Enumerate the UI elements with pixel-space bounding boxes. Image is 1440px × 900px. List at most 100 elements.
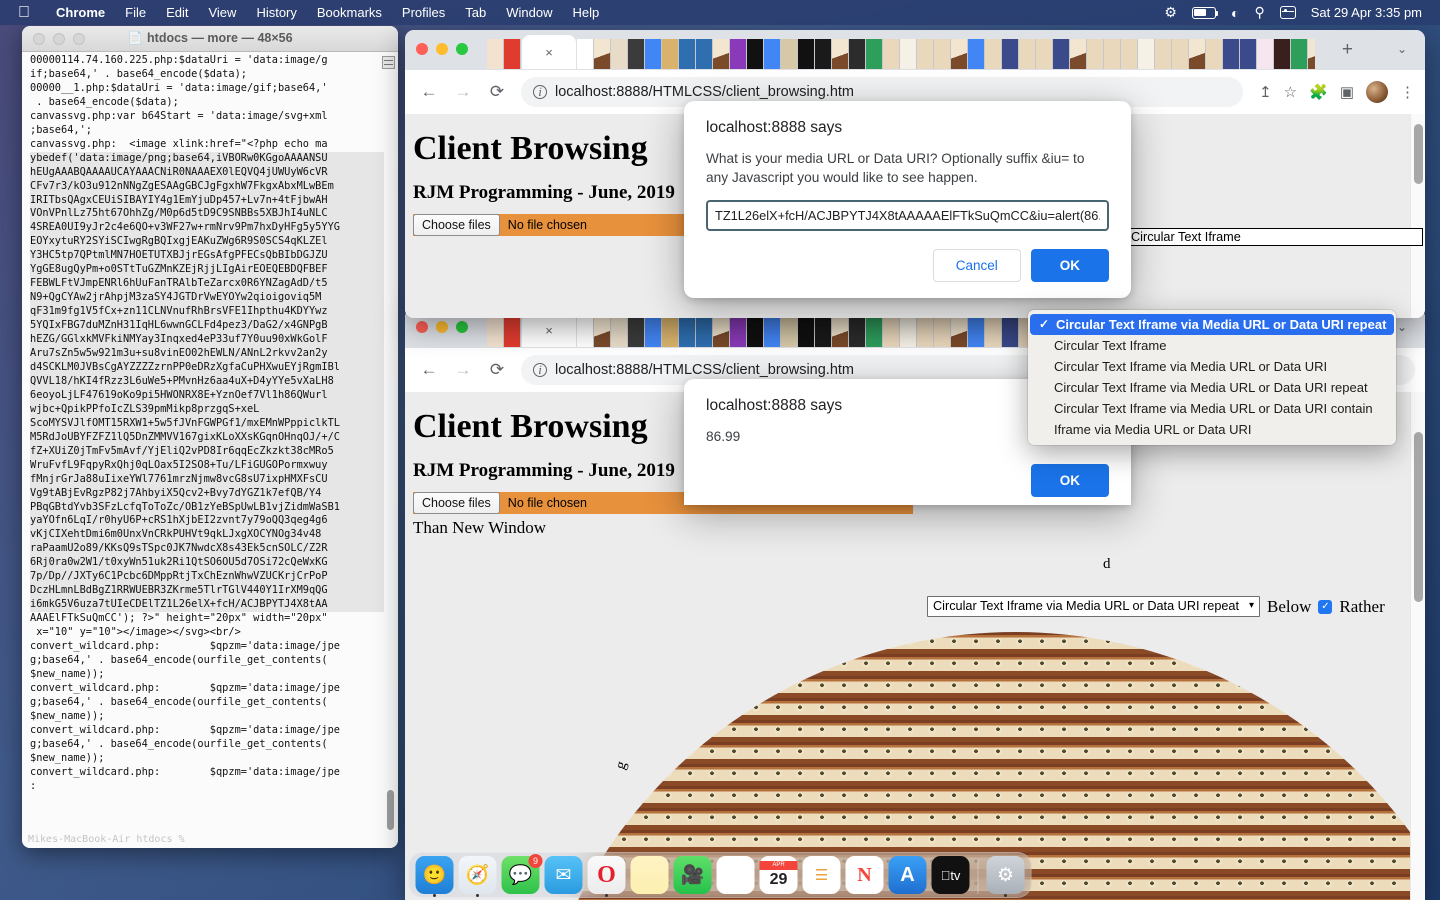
tab-favicon[interactable] — [1121, 39, 1138, 69]
extensions-puzzle-icon[interactable]: 🧩 — [1309, 83, 1328, 101]
tab-favicon[interactable] — [815, 39, 832, 69]
minimize-window-button-front[interactable] — [436, 43, 448, 55]
tab-favicon[interactable] — [798, 39, 815, 69]
side-panel-icon[interactable]: ▣ — [1340, 83, 1354, 101]
tab-favicon[interactable] — [934, 39, 951, 69]
tab-favicon[interactable] — [849, 39, 866, 69]
tab-favicon[interactable] — [1053, 39, 1070, 69]
tab-favicon[interactable] — [866, 39, 883, 69]
menu-item-help[interactable]: Help — [563, 5, 610, 20]
tab-favicon[interactable] — [985, 39, 1002, 69]
close-window-button[interactable] — [416, 321, 428, 333]
new-tab-button-front[interactable]: + — [1342, 40, 1353, 59]
tab-favicon[interactable] — [1070, 39, 1087, 69]
photos-icon[interactable]: ❄ — [716, 856, 755, 894]
tab-favicon[interactable] — [611, 39, 628, 69]
calendar-icon[interactable]: APR 29 — [759, 856, 798, 894]
tab-favicon[interactable] — [662, 317, 679, 347]
terminal-titlebar[interactable]: 📄 htdocs — more — 48×56 — [22, 26, 398, 52]
tab-favicon[interactable] — [594, 317, 611, 347]
dialog-ok-button-back[interactable]: OK — [1030, 464, 1109, 497]
tab-favicon[interactable] — [798, 317, 815, 347]
bluetooth-icon[interactable]: ⚙︎ — [1164, 4, 1177, 21]
menubar-clock[interactable]: Sat 29 Apr 3:35 pm — [1311, 5, 1422, 20]
tab-favicon[interactable] — [730, 39, 747, 69]
iframe-type-select[interactable]: Circular Text Iframe via Media URL or Da… — [927, 596, 1261, 617]
tab-favicon[interactable] — [1274, 39, 1291, 69]
page-scrollbar-front[interactable] — [1410, 114, 1425, 318]
menu-item-history[interactable]: History — [246, 5, 306, 20]
menu-item-bookmarks[interactable]: Bookmarks — [307, 5, 392, 20]
tab-favicon[interactable] — [696, 317, 713, 347]
rather-checkbox[interactable]: ✓ — [1318, 599, 1333, 614]
tab-favicon[interactable] — [1002, 39, 1019, 69]
page-scrollbar-thumb-front[interactable] — [1414, 124, 1423, 184]
tab-favicon[interactable] — [917, 317, 934, 347]
tab-favicon[interactable] — [713, 39, 730, 69]
tab-favicon[interactable] — [951, 39, 968, 69]
menu-item-window[interactable]: Window — [496, 5, 562, 20]
site-info-icon[interactable]: i — [533, 362, 547, 377]
select-option[interactable]: Iframe via Media URL or Data URI — [1028, 419, 1396, 440]
tab-favicon[interactable] — [628, 39, 645, 69]
menu-item-chrome[interactable]: Chrome — [46, 5, 115, 20]
apple-logo-icon[interactable]:  — [18, 4, 30, 21]
tab-list-front[interactable]: × — [487, 35, 1315, 69]
tab-favicon[interactable] — [900, 39, 917, 69]
iframe-type-select-front[interactable]: Circular Text Iframe — [1128, 228, 1423, 246]
chrome-menu-kebab-icon[interactable]: ⋮ — [1400, 85, 1415, 100]
tab-favicon[interactable] — [1019, 39, 1036, 69]
terminal-scrollbar-thumb[interactable] — [387, 790, 394, 830]
tab-favicon[interactable] — [1104, 39, 1121, 69]
menu-item-tab[interactable]: Tab — [455, 5, 496, 20]
tab-favicon[interactable] — [504, 317, 521, 347]
page-scrollbar-back[interactable] — [1410, 392, 1425, 900]
dialog-prompt-input[interactable] — [706, 200, 1109, 231]
tab-favicon[interactable] — [1257, 39, 1274, 69]
battery-icon[interactable] — [1191, 6, 1219, 19]
tab-favicon[interactable] — [696, 39, 713, 69]
tab-favicon[interactable] — [849, 317, 866, 347]
tab-favicon[interactable] — [883, 39, 900, 69]
tab-favicon[interactable] — [1172, 39, 1189, 69]
select-options-popup[interactable]: ✓ Circular Text Iframe via Media URL or D… — [1028, 310, 1396, 445]
tab-favicon[interactable] — [713, 317, 730, 347]
forward-arrow-icon[interactable]: → — [449, 356, 477, 384]
macos-dock[interactable]: 🙂 🧭 💬9 ✉ O 🎥 ❄ APR29 ☰ N A tv ⚙ — [408, 852, 1032, 898]
tab-favicon[interactable] — [662, 39, 679, 69]
messages-icon[interactable]: 💬 9 — [501, 854, 543, 894]
tab-favicon[interactable] — [1002, 317, 1019, 347]
tab-favicon[interactable] — [1206, 39, 1223, 69]
tab-favicon[interactable] — [900, 317, 917, 347]
select-option[interactable]: Circular Text Iframe — [1028, 335, 1396, 356]
search-icon[interactable]: ⚲ — [1254, 4, 1264, 21]
wifi-icon[interactable]: ◐ — [1231, 5, 1239, 21]
control-center-icon[interactable] — [1279, 6, 1296, 19]
tab-favicon[interactable] — [679, 317, 696, 347]
tab-favicon[interactable] — [1308, 39, 1315, 69]
active-tab[interactable]: × — [522, 35, 576, 69]
choose-files-button-front[interactable]: Choose files — [413, 214, 500, 236]
apple-tv-icon[interactable]: tv — [931, 856, 970, 894]
tab-favicon[interactable] — [866, 317, 883, 347]
tab-favicon[interactable] — [594, 39, 611, 69]
terminal-scrollbar[interactable] — [385, 54, 396, 830]
tab-favicon[interactable] — [934, 317, 951, 347]
tab-favicon[interactable] — [1087, 39, 1104, 69]
tab-favicon[interactable] — [951, 317, 968, 347]
bookmark-star-icon[interactable]: ☆ — [1284, 83, 1297, 101]
menu-item-view[interactable]: View — [198, 5, 246, 20]
tab-favicon[interactable] — [679, 39, 696, 69]
select-option[interactable]: Circular Text Iframe via Media URL or Da… — [1028, 356, 1396, 377]
page-scrollbar-thumb-back[interactable] — [1414, 432, 1423, 602]
tab-favicon[interactable] — [985, 317, 1002, 347]
tab-favicon[interactable] — [968, 317, 985, 347]
tab-favicon[interactable] — [747, 317, 764, 347]
reload-icon-front[interactable]: ⟳ — [483, 78, 511, 106]
app-store-icon[interactable]: A — [888, 856, 927, 894]
tab-favicon[interactable] — [764, 317, 781, 347]
select-option[interactable]: Circular Text Iframe via Media URL or Da… — [1028, 398, 1396, 419]
tab-favicon[interactable] — [577, 317, 594, 347]
reminders-icon[interactable]: ☰ — [802, 856, 841, 894]
tab-favicon[interactable] — [764, 39, 781, 69]
